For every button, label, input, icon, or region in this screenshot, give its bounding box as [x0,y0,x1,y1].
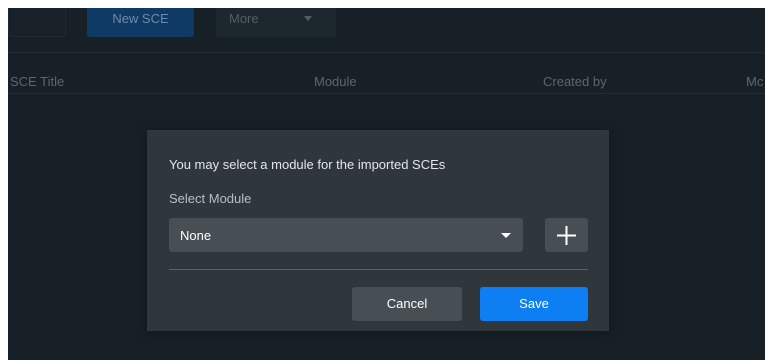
dialog-divider [169,269,588,270]
new-sce-button[interactable]: New SCE [87,8,194,37]
module-select[interactable]: None [169,218,523,252]
chevron-down-icon [304,16,312,21]
app-screen: New SCE More SCE Title Module Created by… [8,8,765,360]
save-button[interactable]: Save [480,287,588,321]
header-divider [8,93,765,94]
import-module-dialog: You may select a module for the imported… [147,130,609,331]
module-select-value: None [180,228,212,243]
cancel-button[interactable]: Cancel [352,287,462,321]
add-module-button[interactable] [545,218,588,252]
column-header-module[interactable]: Module [314,74,357,89]
dialog-message: You may select a module for the imported… [169,157,446,172]
toolbar-divider [8,52,765,53]
more-label: More [229,11,259,26]
column-header-truncated[interactable]: Mc [746,74,763,89]
more-dropdown[interactable]: More [216,8,336,37]
screenshot-border [0,0,765,8]
caret-down-icon [501,233,511,238]
column-header-sce-title[interactable]: SCE Title [10,74,64,89]
search-input[interactable] [8,8,66,37]
plus-icon [557,226,576,245]
select-module-label: Select Module [169,191,252,206]
column-header-created-by[interactable]: Created by [543,74,607,89]
